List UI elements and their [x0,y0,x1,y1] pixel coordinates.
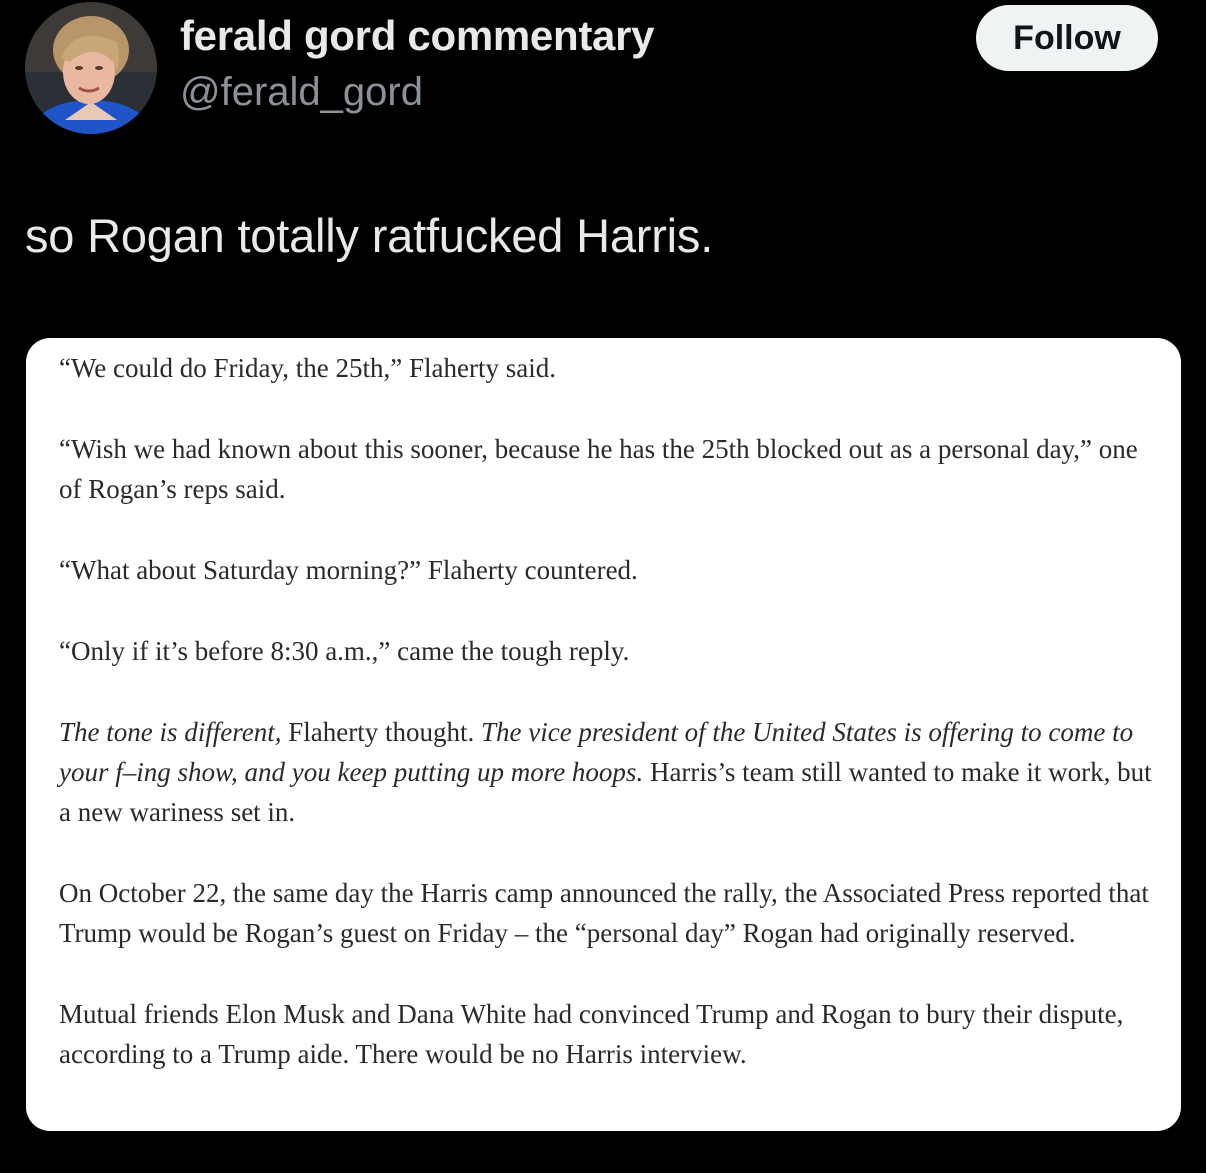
text-segment: Flaherty thought. [281,717,481,747]
text-segment: “Only if it’s before 8:30 a.m.,” came th… [59,636,630,666]
article-excerpt: “We could do Friday, the 25th,” Flaherty… [59,348,1159,1115]
text-segment: “We could do Friday, the 25th,” Flaherty… [59,353,556,383]
text-segment: Mutual friends Elon Musk and Dana White … [59,999,1124,1069]
text-segment: “What about Saturday morning?” Flaherty … [59,555,638,585]
author-handle[interactable]: @ferald_gord [180,70,423,115]
follow-button[interactable]: Follow [976,5,1158,71]
text-segment: On October 22, the same day the Harris c… [59,878,1149,948]
article-paragraph: “Only if it’s before 8:30 a.m.,” came th… [59,631,1159,671]
author-display-name[interactable]: ferald gord commentary [180,12,654,60]
profile-photo-icon [25,2,157,134]
avatar[interactable] [25,2,157,134]
article-paragraph: On October 22, the same day the Harris c… [59,873,1159,953]
article-paragraph: The tone is different, Flaherty thought.… [59,712,1159,832]
italic-text: The tone is different, [59,717,282,747]
article-paragraph: Mutual friends Elon Musk and Dana White … [59,994,1159,1074]
article-paragraph: “Wish we had known about this sooner, be… [59,429,1159,509]
text-segment: “Wish we had known about this sooner, be… [59,434,1138,504]
attached-image[interactable]: “We could do Friday, the 25th,” Flaherty… [26,338,1181,1131]
tweet-text: so Rogan totally ratfucked Harris. [25,209,714,262]
article-paragraph: “We could do Friday, the 25th,” Flaherty… [59,348,1159,388]
article-paragraph: “What about Saturday morning?” Flaherty … [59,550,1159,590]
